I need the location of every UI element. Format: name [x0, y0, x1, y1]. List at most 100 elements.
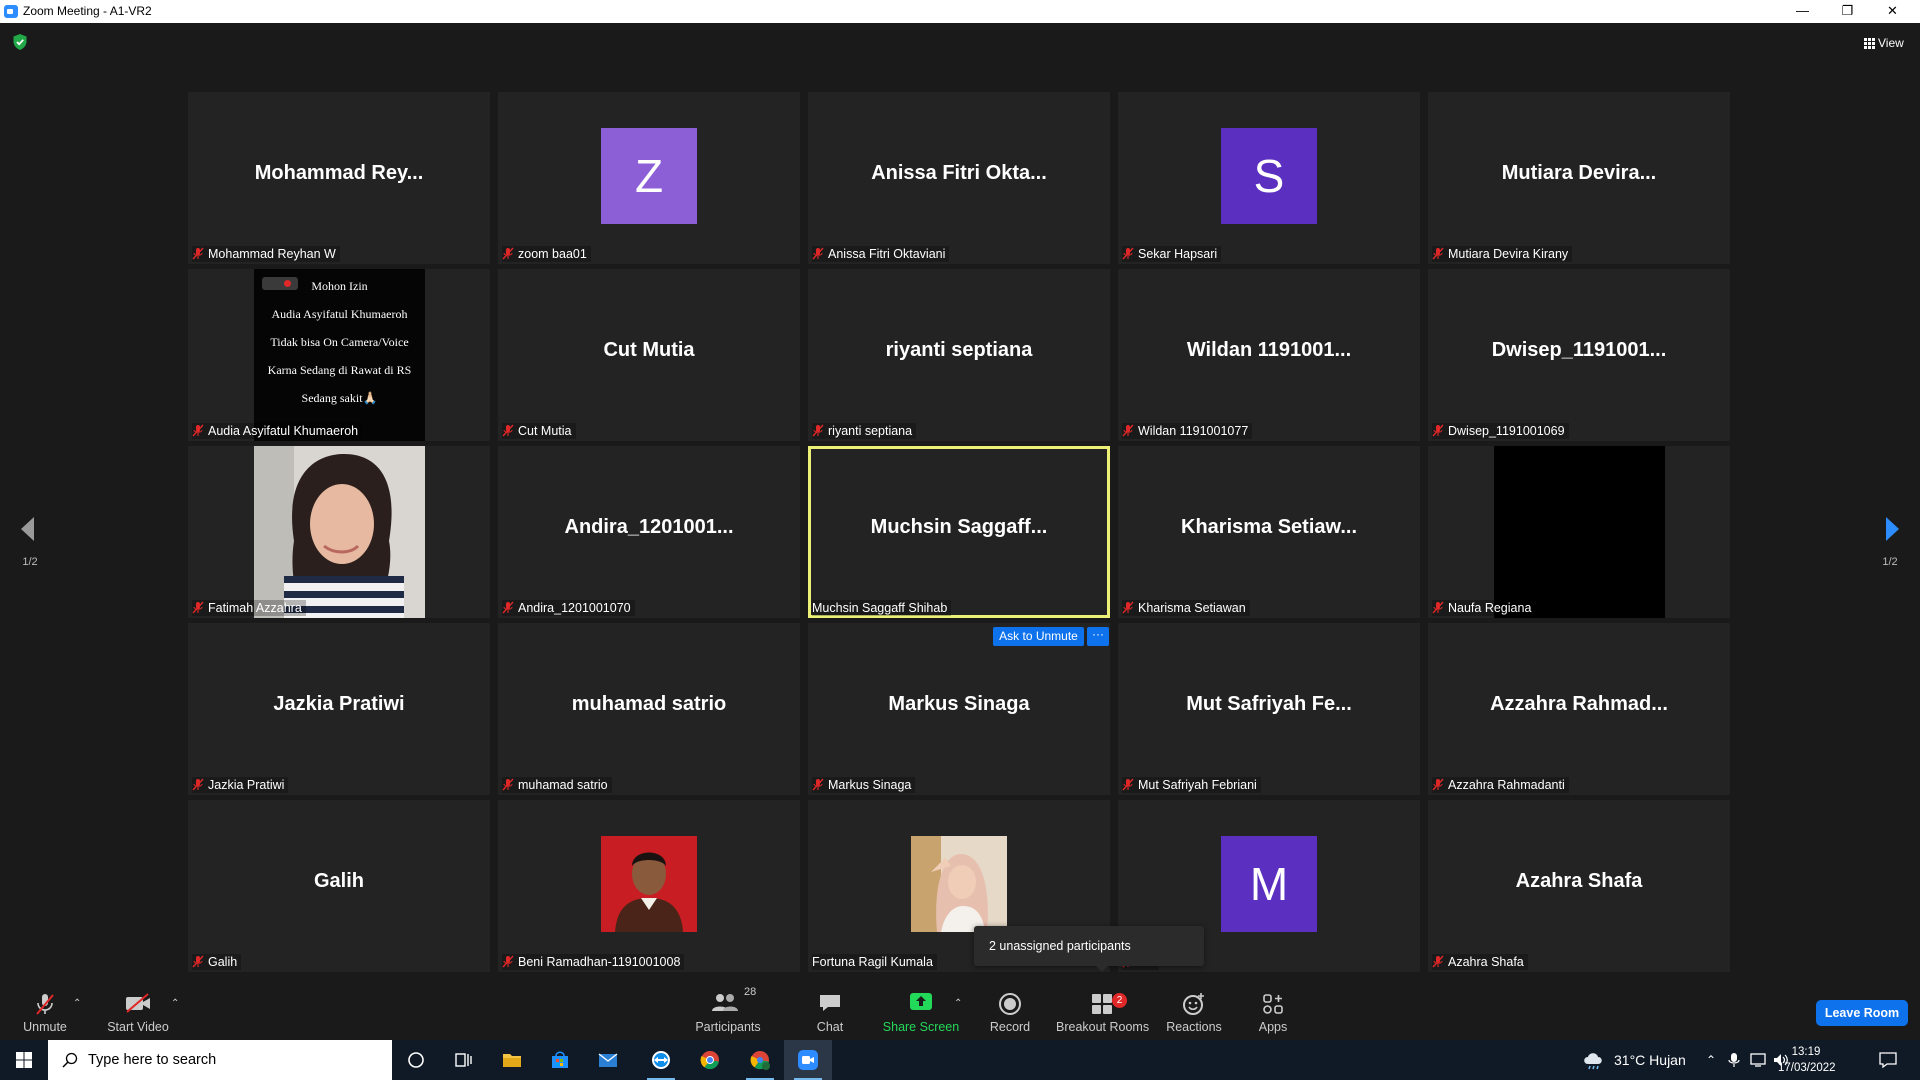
- start-video-label: Start Video: [107, 1020, 169, 1034]
- microsoft-store-button[interactable]: [536, 1040, 584, 1080]
- participant-note-image: Mohon Izin Audia Asyifatul Khumaeroh Tidak…: [254, 269, 425, 441]
- maximize-button[interactable]: ❐: [1825, 0, 1870, 23]
- share-screen-icon: [910, 993, 932, 1010]
- close-button[interactable]: ✕: [1870, 0, 1915, 23]
- view-label: View: [1878, 36, 1904, 50]
- participant-tile[interactable]: Kharisma Setiaw... Kharisma Setiawan: [1118, 446, 1420, 618]
- participant-display-name: Azzahra Rahmad...: [1490, 693, 1668, 715]
- view-button[interactable]: View: [1856, 32, 1908, 52]
- participant-tile[interactable]: Anissa Fitri Okta... Anissa Fitri Oktavia…: [808, 92, 1110, 264]
- reactions-label: Reactions: [1166, 1020, 1222, 1034]
- taskbar-clock[interactable]: 13:19 17/03/2022: [1778, 1044, 1836, 1076]
- record-button[interactable]: Record: [980, 980, 1040, 1040]
- muted-microphone-icon: [1122, 247, 1138, 261]
- participant-tile[interactable]: S Sekar Hapsari: [1118, 92, 1420, 264]
- previous-page-arrow-icon[interactable]: [18, 514, 38, 544]
- participant-name-label: Kharisma Setiawan: [1122, 600, 1250, 616]
- next-page-arrow-icon[interactable]: [1882, 514, 1902, 544]
- participant-more-options-button[interactable]: ···: [1087, 627, 1109, 646]
- zoom-app-icon: [798, 1050, 818, 1070]
- chrome-profile-button[interactable]: [736, 1040, 784, 1080]
- breakout-rooms-icon: [1092, 994, 1112, 1014]
- chrome-button[interactable]: [686, 1040, 734, 1080]
- unmute-button[interactable]: Unmute: [14, 980, 76, 1040]
- participants-label: Participants: [695, 1020, 761, 1034]
- participant-tile[interactable]: Markus Sinaga Markus Sinaga: [808, 623, 1110, 795]
- participant-tile[interactable]: riyanti septiana riyanti septiana: [808, 269, 1110, 441]
- reactions-button[interactable]: Reactions: [1162, 980, 1226, 1040]
- audio-options-caret-icon[interactable]: ⌃: [73, 998, 81, 1009]
- breakout-rooms-button[interactable]: 2 Breakout Rooms: [1056, 980, 1149, 1040]
- windows-start-icon[interactable]: [0, 1040, 48, 1080]
- participant-display-name: riyanti septiana: [885, 339, 1033, 361]
- camera-note-line: Mohon Izin: [311, 279, 368, 293]
- record-icon: [999, 993, 1021, 1015]
- leave-room-button[interactable]: Leave Room: [1816, 1000, 1908, 1026]
- muted-microphone-icon: [812, 778, 828, 792]
- task-view-button[interactable]: [440, 1040, 488, 1080]
- zoom-logo-icon: [4, 5, 18, 18]
- participant-tile[interactable]: Jazkia Pratiwi Jazkia Pratiwi: [188, 623, 490, 795]
- taskbar-search-box[interactable]: Type here to search: [48, 1040, 392, 1080]
- window-title: Zoom Meeting - A1-VR2: [23, 4, 152, 18]
- weather-text[interactable]: 31°C Hujan: [1614, 1040, 1686, 1080]
- participant-tile[interactable]: Zzoom baa01: [498, 92, 800, 264]
- share-screen-button[interactable]: Share Screen: [880, 980, 962, 1040]
- video-options-caret-icon[interactable]: ⌃: [171, 998, 179, 1009]
- participant-display-name: Cut Mutia: [603, 339, 695, 361]
- chrome-profile-icon: [750, 1051, 770, 1070]
- camera-note-line: Audia Asyifatul Khumaeroh: [271, 307, 408, 321]
- participant-name-label: zoom baa01: [502, 246, 591, 262]
- participant-name: Muchsin Saggaff Shihab: [812, 601, 948, 615]
- participants-button[interactable]: 28 Participants: [692, 980, 764, 1040]
- record-label: Record: [989, 1020, 1031, 1034]
- participant-tile[interactable]: Mut Safriyah Fe... Mut Safriyah Febriani: [1118, 623, 1420, 795]
- notifications-icon[interactable]: [1878, 1051, 1898, 1069]
- participant-tile[interactable]: Azahra Shafa Azahra Shafa: [1428, 800, 1730, 972]
- page-indicator-left: 1/2: [22, 556, 38, 568]
- participant-tile[interactable]: Mutiara Devira... Mutiara Devira Kirany: [1428, 92, 1730, 264]
- security-shield-icon[interactable]: [12, 33, 28, 51]
- minimize-button[interactable]: —: [1780, 0, 1825, 23]
- start-video-button[interactable]: Start Video: [102, 980, 174, 1040]
- participant-tile[interactable]: muhamad satrio muhamad satrio: [498, 623, 800, 795]
- ask-to-unmute-button[interactable]: Ask to Unmute: [993, 627, 1084, 646]
- apps-button[interactable]: Apps: [1248, 980, 1298, 1040]
- participant-tile[interactable]: Mohon Izin Audia Asyifatul Khumaeroh Tidak…: [188, 269, 490, 441]
- tray-microphone-icon[interactable]: [1728, 1052, 1740, 1068]
- participant-tile[interactable]: Beni Ramadhan-1191001008: [498, 800, 800, 972]
- participant-name: Dwisep_1191001069: [1448, 424, 1565, 438]
- participant-tile[interactable]: Mohammad Rey... Mohammad Reyhan W: [188, 92, 490, 264]
- network-icon[interactable]: [1750, 1052, 1768, 1068]
- participant-tile[interactable]: Azzahra Rahmad... Azzahra Rahmadanti: [1428, 623, 1730, 795]
- muted-microphone-icon: [502, 601, 518, 615]
- tray-overflow-chevron-icon[interactable]: ⌃: [1706, 1040, 1716, 1080]
- mail-button[interactable]: [584, 1040, 632, 1080]
- apps-label: Apps: [1258, 1020, 1288, 1034]
- video-off-icon: [126, 993, 150, 1013]
- participant-tile[interactable]: Galih Galih: [188, 800, 490, 972]
- participant-tile[interactable]: Dwisep_1191001... Dwisep_1191001069: [1428, 269, 1730, 441]
- muted-microphone-icon: [502, 778, 518, 792]
- participant-tile[interactable]: Wildan 1191001... Wildan 1191001077: [1118, 269, 1420, 441]
- participant-tile[interactable]: Muchsin Saggaff... Muchsin Saggaff Shihab: [808, 446, 1110, 618]
- participant-tile[interactable]: Fatimah Azzahra: [188, 446, 490, 618]
- participant-name: Andira_1201001070: [518, 601, 631, 615]
- windows-taskbar: Type here to search 31°C Hujan ⌃ 13:19 1…: [0, 1040, 1920, 1080]
- participant-tile[interactable]: Naufa Regiana: [1428, 446, 1730, 618]
- zoom-taskbar-button[interactable]: [784, 1040, 832, 1080]
- share-options-caret-icon[interactable]: ⌃: [954, 998, 962, 1009]
- muted-microphone-icon: [502, 955, 518, 969]
- unmute-label: Unmute: [23, 1020, 67, 1034]
- participant-tile[interactable]: Cut Mutia Cut Mutia: [498, 269, 800, 441]
- participant-name-label: Azzahra Rahmadanti: [1432, 777, 1569, 793]
- participant-name: Mut Safriyah Febriani: [1138, 778, 1257, 792]
- participant-name: Azzahra Rahmadanti: [1448, 778, 1565, 792]
- participant-name: Beni Ramadhan-1191001008: [518, 955, 681, 969]
- chat-button[interactable]: Chat: [800, 980, 860, 1040]
- teamviewer-button[interactable]: [637, 1040, 685, 1080]
- participant-name-label: Galih: [192, 954, 242, 970]
- file-explorer-button[interactable]: [488, 1040, 536, 1080]
- cortana-button[interactable]: [392, 1040, 440, 1080]
- participant-tile[interactable]: Andira_1201001... Andira_1201001070: [498, 446, 800, 618]
